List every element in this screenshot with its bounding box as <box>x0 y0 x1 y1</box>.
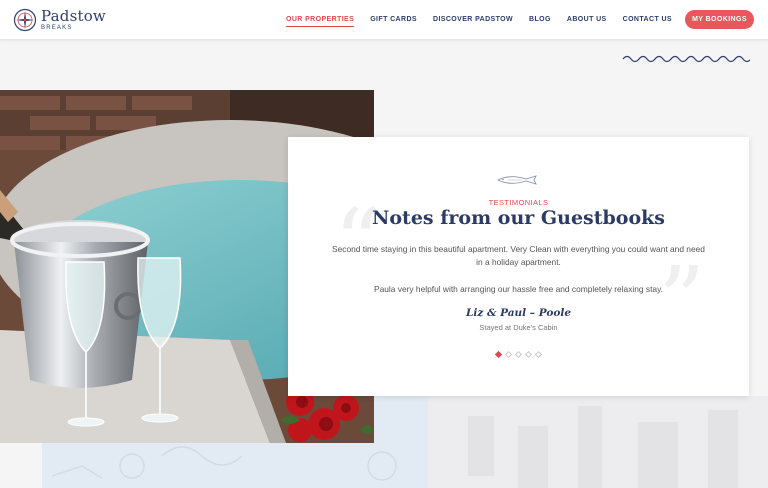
testimonial-stay: Stayed at Duke's Cabin <box>479 323 558 332</box>
compass-rose-icon <box>13 8 37 32</box>
slider-dot-2[interactable] <box>504 350 513 359</box>
testimonial-text: Second time staying in this beautiful ap… <box>332 243 705 310</box>
faded-building-background <box>428 396 768 488</box>
brand-name: Padstow <box>41 7 106 25</box>
nav-blog[interactable]: BLOG <box>529 16 551 23</box>
testimonial-paragraph: Paula very helpful with arranging our ha… <box>374 284 663 294</box>
logo[interactable]: Padstow BREAKS <box>13 6 106 34</box>
brand-tagline: BREAKS <box>41 25 73 31</box>
slider-dot-1[interactable] <box>494 350 503 359</box>
slider-dots <box>288 350 749 359</box>
testimonial-paragraph: Second time staying in this beautiful ap… <box>332 244 705 267</box>
fish-icon <box>496 175 537 185</box>
site-header: Padstow BREAKS OUR PROPERTIES GIFT CARDS… <box>0 0 768 39</box>
slider-dot-4[interactable] <box>524 350 533 359</box>
testimonial-card: “ ” TESTIMONIALS Notes from our Guestboo… <box>288 137 749 396</box>
nav-gift-cards[interactable]: GIFT CARDS <box>370 16 417 23</box>
slider-dot-3[interactable] <box>514 350 523 359</box>
my-bookings-button[interactable]: MY BOOKINGS <box>685 10 754 29</box>
section-kicker: TESTIMONIALS <box>488 198 549 207</box>
nav-our-properties[interactable]: OUR PROPERTIES <box>285 16 355 27</box>
section-heading: Notes from our Guestbooks <box>372 207 665 229</box>
nav-about-us[interactable]: ABOUT US <box>567 16 607 23</box>
nav-discover-padstow[interactable]: DISCOVER PADSTOW <box>433 16 513 23</box>
wave-decoration <box>622 55 750 63</box>
nav-contact-us[interactable]: CONTACT US <box>623 16 672 23</box>
testimonial-author: Liz & Paul – Poole <box>465 307 571 319</box>
slider-dot-5[interactable] <box>534 350 543 359</box>
main-nav: OUR PROPERTIES GIFT CARDS DISCOVER PADST… <box>270 0 672 39</box>
